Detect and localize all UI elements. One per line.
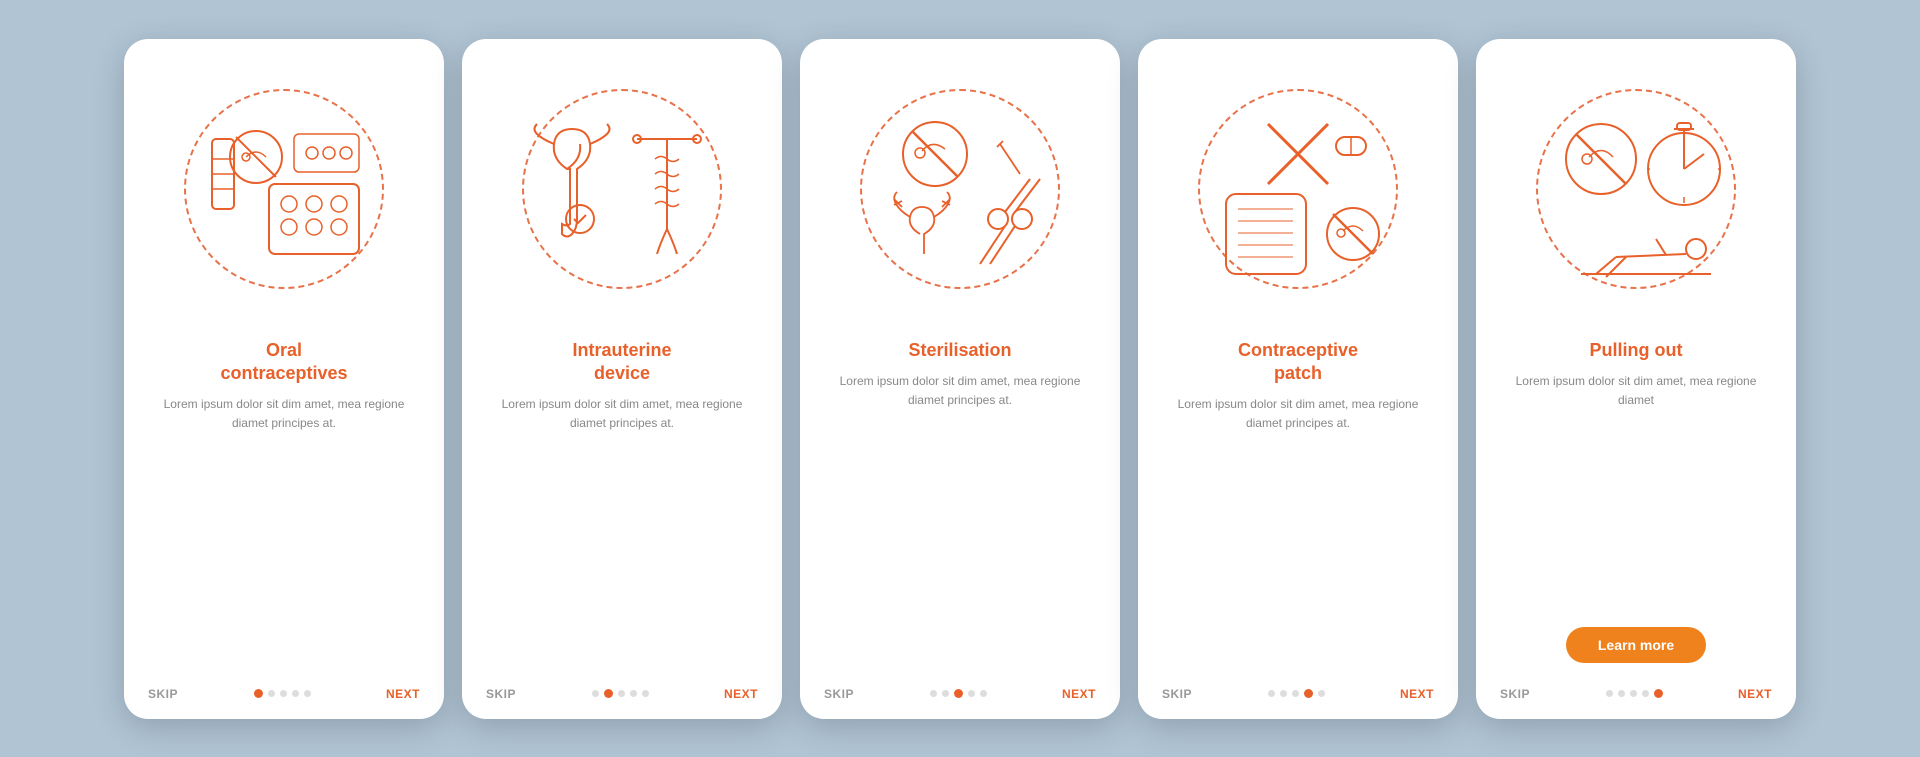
pagination-dots <box>254 689 311 698</box>
content-sterilisation: Sterilisation Lorem ipsum dolor sit dim … <box>800 339 1120 675</box>
dot-3 <box>1292 690 1299 697</box>
dot-3 <box>280 690 287 697</box>
nav-area: SKIP NEXT <box>800 675 1120 719</box>
pulling-out-icon <box>1526 79 1746 299</box>
nav-area: SKIP NEXT <box>1476 675 1796 719</box>
dot-3 <box>618 690 625 697</box>
screen-title: Contraceptive patch <box>1162 339 1434 386</box>
dot-1 <box>930 690 937 697</box>
dot-5 <box>1318 690 1325 697</box>
sterilisation-icon <box>850 79 1070 299</box>
dot-3 <box>1630 690 1637 697</box>
dot-4 <box>630 690 637 697</box>
nav-area: SKIP NEXT <box>124 675 444 719</box>
dot-2 <box>1618 690 1625 697</box>
screen-title: Oral contraceptives <box>148 339 420 386</box>
patch-icon <box>1188 79 1408 299</box>
screen-title: Intrauterine device <box>486 339 758 386</box>
dot-3 <box>954 689 963 698</box>
dot-2 <box>1280 690 1287 697</box>
iud-icon <box>512 79 732 299</box>
screen-contraceptive-patch: Contraceptive patch Lorem ipsum dolor si… <box>1138 39 1458 719</box>
pagination-dots <box>930 689 987 698</box>
screen-desc: Lorem ipsum dolor sit dim amet, mea regi… <box>1162 395 1434 674</box>
screen-desc: Lorem ipsum dolor sit dim amet, mea regi… <box>486 395 758 674</box>
nav-area: SKIP NEXT <box>462 675 782 719</box>
dot-1 <box>1268 690 1275 697</box>
skip-button[interactable]: SKIP <box>148 687 178 701</box>
learn-more-button[interactable]: Learn more <box>1566 627 1706 663</box>
pagination-dots <box>1606 689 1663 698</box>
dot-4 <box>1642 690 1649 697</box>
skip-button[interactable]: SKIP <box>486 687 516 701</box>
next-button[interactable]: NEXT <box>1400 687 1434 701</box>
illustration-sterilisation <box>800 39 1120 339</box>
skip-button[interactable]: SKIP <box>1500 687 1530 701</box>
next-button[interactable]: NEXT <box>386 687 420 701</box>
illustration-intrauterine-device <box>462 39 782 339</box>
dot-2 <box>604 689 613 698</box>
screen-title: Pulling out <box>1500 339 1772 362</box>
content-oral-contraceptives: Oral contraceptives Lorem ipsum dolor si… <box>124 339 444 675</box>
content-contraceptive-patch: Contraceptive patch Lorem ipsum dolor si… <box>1138 339 1458 675</box>
content-intrauterine-device: Intrauterine device Lorem ipsum dolor si… <box>462 339 782 675</box>
screen-desc: Lorem ipsum dolor sit dim amet, mea regi… <box>824 372 1096 675</box>
screen-intrauterine-device: Intrauterine device Lorem ipsum dolor si… <box>462 39 782 719</box>
dot-4 <box>292 690 299 697</box>
screen-pulling-out: Pulling out Lorem ipsum dolor sit dim am… <box>1476 39 1796 719</box>
dot-2 <box>268 690 275 697</box>
pagination-dots <box>592 689 649 698</box>
pagination-dots <box>1268 689 1325 698</box>
oral-contraceptives-icon <box>174 79 394 299</box>
dot-1 <box>1606 690 1613 697</box>
dot-5 <box>980 690 987 697</box>
screen-title: Sterilisation <box>824 339 1096 362</box>
illustration-contraceptive-patch <box>1138 39 1458 339</box>
screen-desc: Lorem ipsum dolor sit dim amet, mea regi… <box>1500 372 1772 619</box>
dot-1 <box>592 690 599 697</box>
dot-4 <box>968 690 975 697</box>
dot-5 <box>642 690 649 697</box>
next-button[interactable]: NEXT <box>724 687 758 701</box>
screen-oral-contraceptives: Oral contraceptives Lorem ipsum dolor si… <box>124 39 444 719</box>
dot-2 <box>942 690 949 697</box>
screen-desc: Lorem ipsum dolor sit dim amet, mea regi… <box>148 395 420 674</box>
dot-5 <box>1654 689 1663 698</box>
nav-area: SKIP NEXT <box>1138 675 1458 719</box>
dot-1 <box>254 689 263 698</box>
next-button[interactable]: NEXT <box>1738 687 1772 701</box>
skip-button[interactable]: SKIP <box>824 687 854 701</box>
illustration-oral-contraceptives <box>124 39 444 339</box>
screens-container: Oral contraceptives Lorem ipsum dolor si… <box>84 9 1836 749</box>
next-button[interactable]: NEXT <box>1062 687 1096 701</box>
screen-sterilisation: Sterilisation Lorem ipsum dolor sit dim … <box>800 39 1120 719</box>
content-pulling-out: Pulling out Lorem ipsum dolor sit dim am… <box>1476 339 1796 675</box>
skip-button[interactable]: SKIP <box>1162 687 1192 701</box>
illustration-pulling-out <box>1476 39 1796 339</box>
dot-4 <box>1304 689 1313 698</box>
dot-5 <box>304 690 311 697</box>
